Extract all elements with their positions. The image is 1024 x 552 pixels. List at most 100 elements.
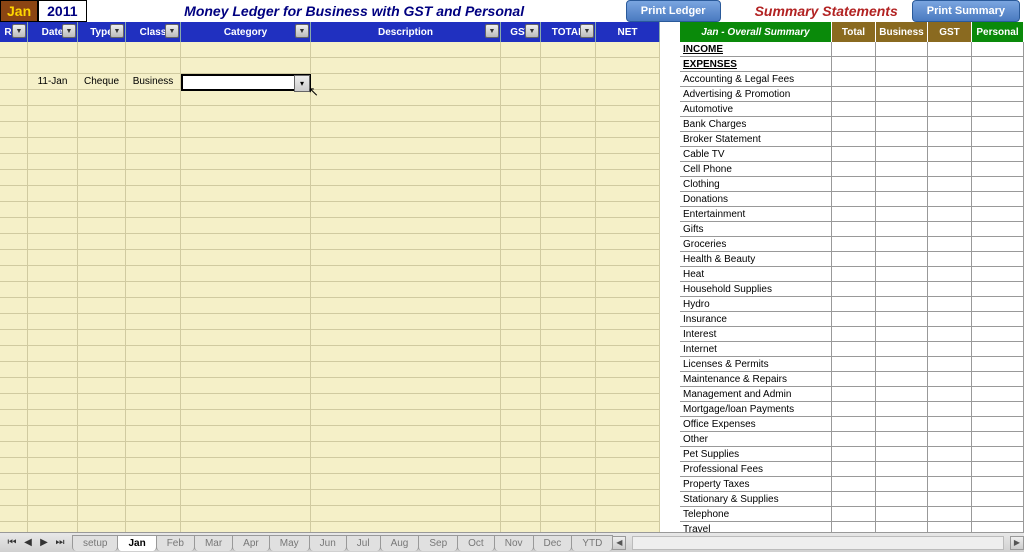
cell[interactable] (126, 266, 181, 281)
cell[interactable] (0, 154, 28, 169)
table-row[interactable] (0, 426, 660, 442)
cell[interactable] (311, 170, 501, 185)
cell[interactable] (78, 458, 126, 473)
cell[interactable] (501, 362, 541, 377)
sheet-tab-jan[interactable]: Jan (117, 535, 156, 551)
cell[interactable] (596, 170, 660, 185)
col-class[interactable]: Class▼ (126, 22, 181, 42)
cell[interactable] (78, 154, 126, 169)
cell[interactable] (126, 426, 181, 441)
cell[interactable] (541, 202, 596, 217)
table-row[interactable] (0, 378, 660, 394)
cell[interactable] (78, 58, 126, 73)
table-row[interactable] (0, 58, 660, 74)
cell[interactable] (126, 362, 181, 377)
cell[interactable] (78, 106, 126, 121)
filter-dropdown-icon[interactable]: ▼ (62, 24, 76, 38)
cell[interactable] (28, 266, 78, 281)
cell[interactable] (78, 426, 126, 441)
cell[interactable] (501, 346, 541, 361)
cell[interactable] (541, 378, 596, 393)
cell[interactable] (501, 106, 541, 121)
cell[interactable] (311, 234, 501, 249)
cell[interactable] (0, 138, 28, 153)
table-row[interactable] (0, 202, 660, 218)
cell[interactable] (311, 362, 501, 377)
cell[interactable] (541, 298, 596, 313)
cell[interactable] (596, 426, 660, 441)
sheet-tab-sep[interactable]: Sep (418, 535, 458, 551)
summary-item-row[interactable]: Automotive (680, 102, 1024, 117)
cell[interactable] (181, 218, 311, 233)
cell[interactable] (28, 202, 78, 217)
cell[interactable] (126, 138, 181, 153)
cell[interactable] (28, 138, 78, 153)
cell[interactable] (596, 346, 660, 361)
cell[interactable] (0, 490, 28, 505)
cell[interactable] (181, 170, 311, 185)
cell[interactable] (181, 330, 311, 345)
cell[interactable] (126, 154, 181, 169)
cell[interactable] (596, 122, 660, 137)
cell[interactable] (126, 170, 181, 185)
cell[interactable] (0, 298, 28, 313)
cell[interactable] (0, 362, 28, 377)
cell[interactable] (28, 378, 78, 393)
cell[interactable] (501, 138, 541, 153)
sheet-tab-aug[interactable]: Aug (380, 535, 420, 551)
cell[interactable] (181, 458, 311, 473)
cell[interactable] (28, 42, 78, 57)
cell[interactable] (0, 282, 28, 297)
cell[interactable] (596, 234, 660, 249)
cell[interactable] (596, 442, 660, 457)
cell[interactable] (501, 122, 541, 137)
cell[interactable] (501, 378, 541, 393)
cell[interactable] (78, 202, 126, 217)
cell[interactable] (596, 298, 660, 313)
cell[interactable] (541, 122, 596, 137)
summary-item-row[interactable]: Broker Statement (680, 132, 1024, 147)
cell[interactable] (541, 506, 596, 521)
cell[interactable] (501, 506, 541, 521)
cell[interactable] (181, 490, 311, 505)
cell[interactable] (541, 282, 596, 297)
cell[interactable] (541, 266, 596, 281)
filter-dropdown-icon[interactable]: ▼ (165, 24, 179, 38)
cell[interactable] (311, 282, 501, 297)
summary-body[interactable]: INCOMEEXPENSESAccounting & Legal FeesAdv… (680, 42, 1024, 532)
summary-item-row[interactable]: Stationary & Supplies (680, 492, 1024, 507)
cell[interactable] (181, 90, 311, 105)
summary-item-row[interactable]: Household Supplies (680, 282, 1024, 297)
tab-nav-last-icon[interactable]: ⏭ (52, 535, 68, 551)
cell[interactable] (596, 266, 660, 281)
cell[interactable] (596, 458, 660, 473)
cell[interactable] (311, 74, 501, 89)
hscroll-track[interactable] (632, 536, 1004, 550)
cell[interactable] (78, 506, 126, 521)
cell[interactable] (78, 282, 126, 297)
cell[interactable] (78, 186, 126, 201)
summary-item-row[interactable]: Mortgage/loan Payments (680, 402, 1024, 417)
cell[interactable] (311, 410, 501, 425)
cell[interactable] (78, 90, 126, 105)
col-category[interactable]: Category▼ (181, 22, 311, 42)
cell[interactable] (126, 202, 181, 217)
cell[interactable] (501, 410, 541, 425)
cell[interactable]: 11-Jan (28, 74, 78, 89)
summary-item-row[interactable]: Management and Admin (680, 387, 1024, 402)
cell[interactable] (541, 474, 596, 489)
cell[interactable] (126, 410, 181, 425)
summary-item-row[interactable]: Other (680, 432, 1024, 447)
cell[interactable] (181, 154, 311, 169)
table-row[interactable] (0, 90, 660, 106)
cell[interactable] (311, 58, 501, 73)
cell[interactable] (541, 58, 596, 73)
summary-item-row[interactable]: Clothing (680, 177, 1024, 192)
cell[interactable] (126, 234, 181, 249)
cell[interactable] (0, 266, 28, 281)
cell[interactable] (28, 410, 78, 425)
cell[interactable] (311, 506, 501, 521)
cell[interactable] (0, 42, 28, 57)
cell[interactable] (596, 394, 660, 409)
cell[interactable] (126, 122, 181, 137)
